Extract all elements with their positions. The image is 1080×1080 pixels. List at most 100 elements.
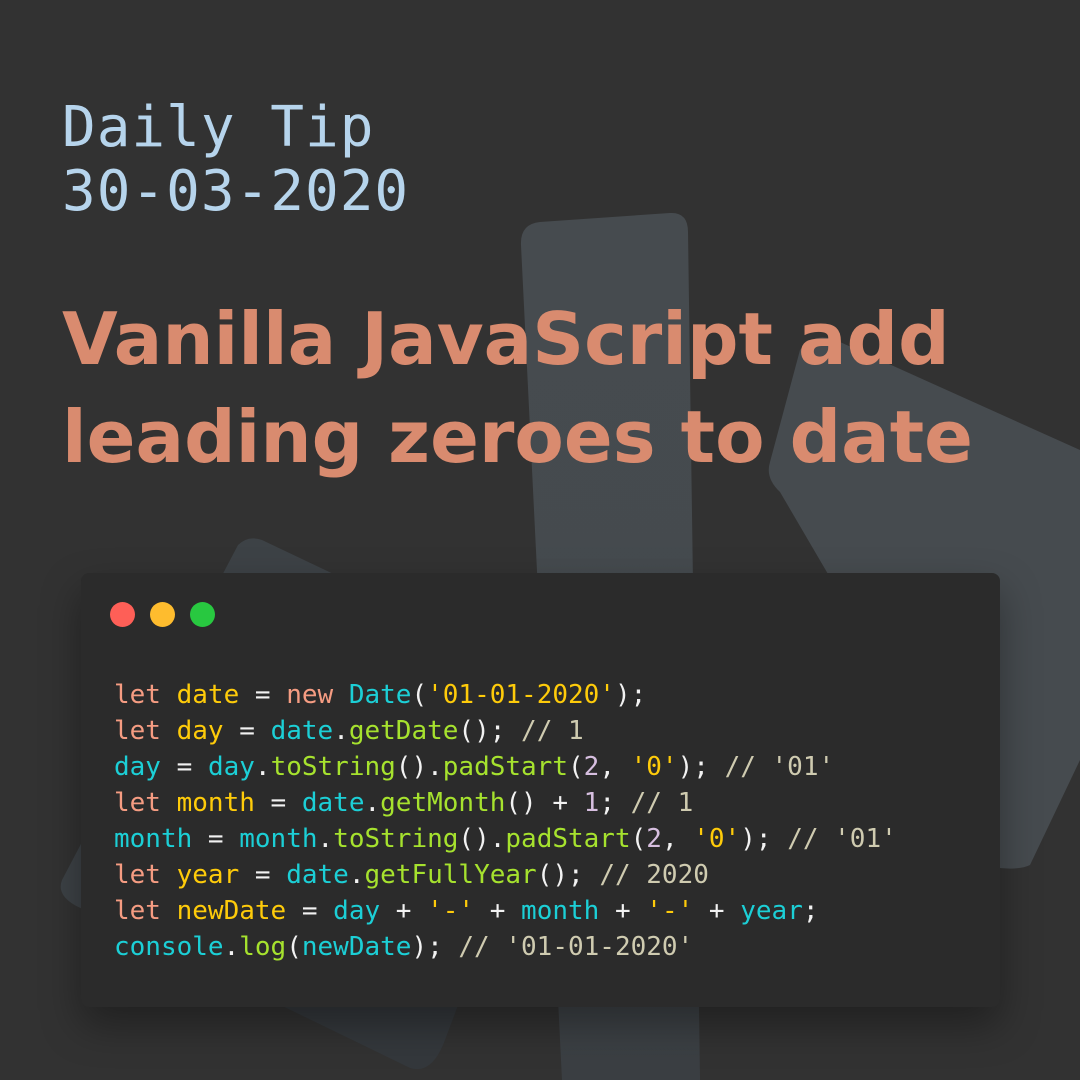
code-line: month = month.toString().padStart(2, '0'… [114, 821, 897, 857]
code-token-ref: Date [348, 680, 412, 710]
code-token-pun: ( [286, 932, 302, 962]
code-token-pun: ); [411, 932, 459, 962]
code-line: console.log(newDate); // '01-01-2020' [114, 929, 897, 965]
code-line: let date = new Date('01-01-2020'); [114, 677, 897, 713]
code-token-pun: ; [802, 896, 819, 926]
code-block: let date = new Date('01-01-2020'); let da… [114, 677, 897, 965]
window-controls [110, 602, 215, 627]
code-token-pun: (). [395, 752, 443, 782]
code-token-pun: (). [458, 824, 506, 854]
code-token-ref: month [521, 896, 600, 926]
code-token-kw: let [114, 896, 177, 926]
daily-tip-header: Daily Tip 30-03-2020 [62, 96, 409, 224]
code-token-ref: day [333, 896, 381, 926]
code-token-str: '01-01-2020' [427, 680, 615, 710]
code-token-cmt: // '01-01-2020' [458, 932, 694, 962]
code-token-str: '0' [630, 752, 678, 782]
code-token-kw: let [114, 680, 177, 710]
code-token-fn: padStart [505, 824, 631, 854]
daily-tip-date: 30-03-2020 [62, 159, 410, 224]
code-token-cmt: // 2020 [599, 860, 709, 890]
title-line-2: leading zeroes to date [62, 395, 973, 479]
code-token-var: month [176, 788, 255, 818]
code-line: let newDate = day + '-' + month + '-' + … [114, 893, 897, 929]
code-token-pun: ( [630, 824, 647, 854]
code-token-num: 2 [583, 752, 600, 782]
code-token-pun: = [223, 716, 271, 746]
code-token-pun: = [192, 824, 240, 854]
code-token-pun: + [380, 896, 428, 926]
code-line: let year = date.getFullYear(); // 2020 [114, 857, 897, 893]
code-token-num: 2 [646, 824, 662, 854]
code-token-fn: log [239, 932, 287, 962]
code-token-cmt: // '01' [724, 752, 835, 782]
code-token-fn: padStart [442, 752, 568, 782]
code-token-pun: ; [599, 788, 631, 818]
code-token-pun: . [223, 932, 240, 962]
code-token-num: 1 [583, 788, 600, 818]
code-token-ref: date [301, 788, 365, 818]
code-token-fn: getMonth [380, 788, 506, 818]
code-token-pun: = [254, 788, 302, 818]
code-token-ref: date [286, 860, 349, 890]
title-line-1: Vanilla JavaScript add [62, 297, 950, 381]
code-token-pun: (); [458, 716, 522, 746]
code-token-ref: date [270, 716, 334, 746]
close-dot-icon[interactable] [110, 602, 135, 627]
code-token-pun: . [333, 716, 349, 746]
code-token-var: year [176, 860, 240, 890]
code-token-ref: console [114, 932, 224, 962]
code-token-str: '0' [693, 824, 741, 854]
code-token-pun: . [317, 824, 334, 854]
code-token-str: '-' [646, 896, 694, 926]
code-token-pun: ( [411, 680, 428, 710]
code-token-pun: + [474, 896, 522, 926]
code-token-pun: , [661, 824, 694, 854]
code-token-fn: getFullYear [364, 860, 537, 890]
code-token-pun: = [286, 896, 334, 926]
code-token-pun: . [254, 752, 271, 782]
code-token-ref: year [740, 896, 803, 926]
code-token-ref: newDate [301, 932, 412, 962]
code-token-ref: month [239, 824, 318, 854]
code-token-fn: getDate [348, 716, 459, 746]
code-token-var: day [176, 716, 224, 746]
maximize-dot-icon[interactable] [190, 602, 215, 627]
code-token-pun: = [239, 860, 287, 890]
code-token-pun: ( [568, 752, 584, 782]
code-token-ref: month [114, 824, 193, 854]
code-token-pun: = [160, 752, 208, 782]
code-token-fn: toString [333, 824, 459, 854]
code-line: let month = date.getMonth() + 1; // 1 [114, 785, 897, 821]
code-token-pun: , [599, 752, 631, 782]
code-line: let day = date.getDate(); // 1 [114, 713, 897, 749]
code-token-ref: day [207, 752, 255, 782]
code-token-var: newDate [176, 896, 287, 926]
code-token-ref: day [114, 752, 161, 782]
code-token-cmt: // 1 [630, 788, 694, 818]
code-token-var: date [176, 680, 240, 710]
code-line: day = day.toString().padStart(2, '0'); /… [114, 749, 897, 785]
code-token-pun: ); [740, 824, 788, 854]
page-title: Vanilla JavaScript add leading zeroes to… [62, 290, 1042, 486]
code-token-kw: new [286, 680, 349, 710]
daily-tip-label: Daily Tip [62, 95, 375, 160]
code-token-cmt: // '01' [787, 824, 897, 854]
code-token-pun: () + [505, 788, 584, 818]
code-token-pun: ); [614, 680, 647, 710]
code-token-pun: + [599, 896, 647, 926]
code-token-pun: (); [536, 860, 600, 890]
code-token-pun: ); [677, 752, 725, 782]
code-token-kw: let [114, 860, 177, 890]
code-token-fn: toString [270, 752, 396, 782]
code-token-pun: = [239, 680, 287, 710]
bg-shape-bottom-wedge [270, 1000, 460, 1070]
minimize-dot-icon[interactable] [150, 602, 175, 627]
code-token-pun: . [348, 860, 365, 890]
code-window: let date = new Date('01-01-2020'); let da… [81, 573, 1000, 1007]
code-token-kw: let [114, 788, 177, 818]
code-token-str: '-' [427, 896, 475, 926]
code-token-pun: . [364, 788, 381, 818]
code-token-kw: let [114, 716, 177, 746]
code-token-cmt: // 1 [521, 716, 584, 746]
